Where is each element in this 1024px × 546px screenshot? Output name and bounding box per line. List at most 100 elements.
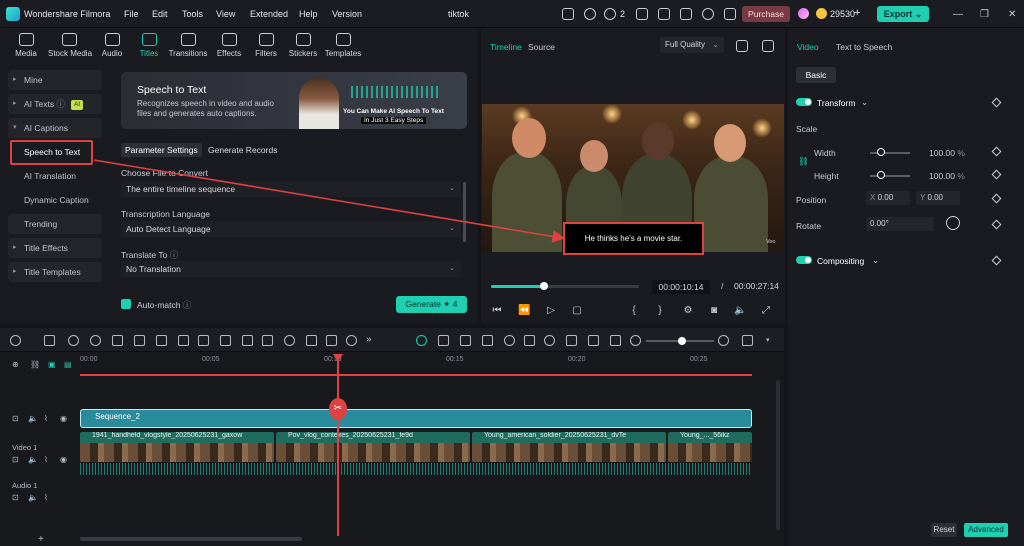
split-icon[interactable] [134,335,145,346]
ai-effects-icon[interactable] [262,335,273,346]
translate-select[interactable]: No Translation ⌄ [121,261,461,277]
marker-icon[interactable] [460,335,471,346]
width-slider-handle[interactable] [877,148,885,156]
volume-icon[interactable]: 🔈 [734,305,746,317]
track-lock-icon[interactable]: ⊡ [12,493,19,502]
height-slider[interactable] [870,175,910,177]
grid-icon[interactable] [724,8,736,20]
shield-icon[interactable] [524,335,535,346]
close-icon[interactable]: ✕ [1008,9,1016,20]
generate-button[interactable]: Generate ✦ 4 [396,296,467,313]
maximize-icon[interactable]: ❐ [980,9,989,20]
link-clips-icon[interactable] [504,335,515,346]
zoom-slider-handle[interactable] [678,337,686,345]
sidebar-item-title-templates[interactable]: ▸ Title Templates [8,262,102,282]
cloud-upload-icon[interactable] [680,8,692,20]
track-lock-icon[interactable]: ⊡ [12,414,19,423]
sidebar-item-dynamic-caption[interactable]: Dynamic Caption [8,190,102,210]
previous-frame-icon[interactable]: ⏮ [491,305,503,317]
step-back-icon[interactable]: ⏪ [518,305,530,317]
layout-switch-icon[interactable] [10,335,21,346]
link-icon[interactable]: ⛓ [798,156,809,167]
layout-icon[interactable] [736,40,748,52]
advanced-button[interactable]: Advanced [964,523,1008,537]
export-button[interactable]: Export ⌄ [877,6,929,22]
text-icon[interactable] [178,335,189,346]
gift-icon[interactable] [562,8,574,20]
basic-tab[interactable]: Basic [796,67,836,83]
menu-edit[interactable]: Edit [152,9,168,19]
auto-match-checkbox[interactable] [121,299,131,309]
tab-parameter-settings[interactable]: Parameter Settings [121,143,202,157]
purchase-button[interactable]: Purchase [742,6,790,22]
title-tool-icon[interactable] [198,335,209,346]
width-slider[interactable] [870,152,910,154]
track-mute-icon[interactable]: ⌇ [44,455,48,464]
track-audio-icon[interactable]: 🔈 [28,455,38,464]
auto-ripple-icon[interactable]: ▤ [64,360,72,369]
stabilize-icon[interactable] [346,335,357,346]
file-select[interactable]: The entire timeline sequence ⌄ [121,181,461,197]
panel-scrollbar[interactable] [463,182,466,242]
reset-button[interactable]: Reset [931,523,957,537]
menu-help[interactable]: Help [299,9,318,19]
tab-effects[interactable]: Effects [209,28,249,66]
fit-icon[interactable] [610,335,621,346]
tab-audio[interactable]: Audio [92,28,132,66]
track-audio-icon[interactable]: 🔈 [28,493,38,502]
tab-templates[interactable]: Templates [322,28,364,66]
chevron-down-icon[interactable]: ⌄ [861,97,868,108]
lightbulb-icon[interactable] [636,8,648,20]
save-icon[interactable] [658,8,670,20]
play-icon[interactable]: ▷ [545,305,557,317]
delete-icon[interactable] [112,335,123,346]
rotate-input[interactable]: 0.00° [866,217,934,231]
menu-file[interactable]: File [124,9,139,19]
sidebar-item-ai-captions[interactable]: ▾ AI Captions [8,118,102,138]
tab-video[interactable]: Video [797,42,819,52]
speed-icon[interactable] [284,335,295,346]
undo-icon[interactable] [68,335,79,346]
crop-icon[interactable] [156,335,167,346]
compositing-toggle[interactable] [796,256,812,264]
width-value[interactable]: 100.00 % [929,148,965,158]
tab-timeline[interactable]: Timeline [490,42,522,52]
track-mute-icon[interactable]: ⌇ [44,493,48,502]
ai-tool-icon[interactable] [242,335,253,346]
mark-out-icon[interactable]: } [654,305,666,317]
rotate-dial-icon[interactable] [946,216,960,230]
position-y-input[interactable]: Y 0.00 [916,191,960,205]
notification-icon[interactable] [604,8,616,20]
position-x-input[interactable]: X 0.00 [866,191,910,205]
menu-extended[interactable]: Extended [250,9,288,19]
audio-waveform[interactable] [80,463,752,475]
time-ruler[interactable] [80,354,752,372]
track-lock-icon[interactable]: ⊡ [12,455,19,464]
sidebar-item-title-effects[interactable]: ▸ Title Effects [8,238,102,258]
tab-media[interactable]: Media [6,28,46,66]
add-credits-button[interactable]: + [854,7,860,19]
scissors-icon[interactable]: ✂ [329,398,347,420]
track-visibility-icon[interactable]: ◉ [60,414,67,423]
avatar[interactable] [798,8,809,19]
track-visibility-icon[interactable]: ◉ [60,455,67,464]
timeline-vertical-scrollbar[interactable] [776,380,780,530]
quality-select[interactable]: Full Quality ⌄ [660,37,724,53]
tab-filters[interactable]: Filters [246,28,286,66]
render-icon[interactable] [482,335,493,346]
screenshot-icon[interactable] [762,40,774,52]
video-clip[interactable]: Pov_vlog_contexes_20250625231_fe9d [276,432,470,462]
settings-icon[interactable]: ⚙ [682,305,694,317]
tab-generate-records[interactable]: Generate Records [208,143,277,157]
seek-bar[interactable] [491,282,639,290]
redo-icon[interactable] [90,335,101,346]
link-icon[interactable]: ⛓ [30,360,40,369]
video-clip[interactable]: Young_..._56ikz [668,432,752,462]
timeline-menu-icon[interactable]: ▾ [766,336,770,344]
work-area-bar[interactable] [80,374,752,376]
sidebar-item-trending[interactable]: Trending [8,214,102,234]
more-tools-icon[interactable]: » [366,335,377,346]
mask-icon[interactable] [306,335,317,346]
sidebar-item-mine[interactable]: ▸ Mine [8,70,102,90]
tab-transitions[interactable]: Transitions [168,28,208,66]
